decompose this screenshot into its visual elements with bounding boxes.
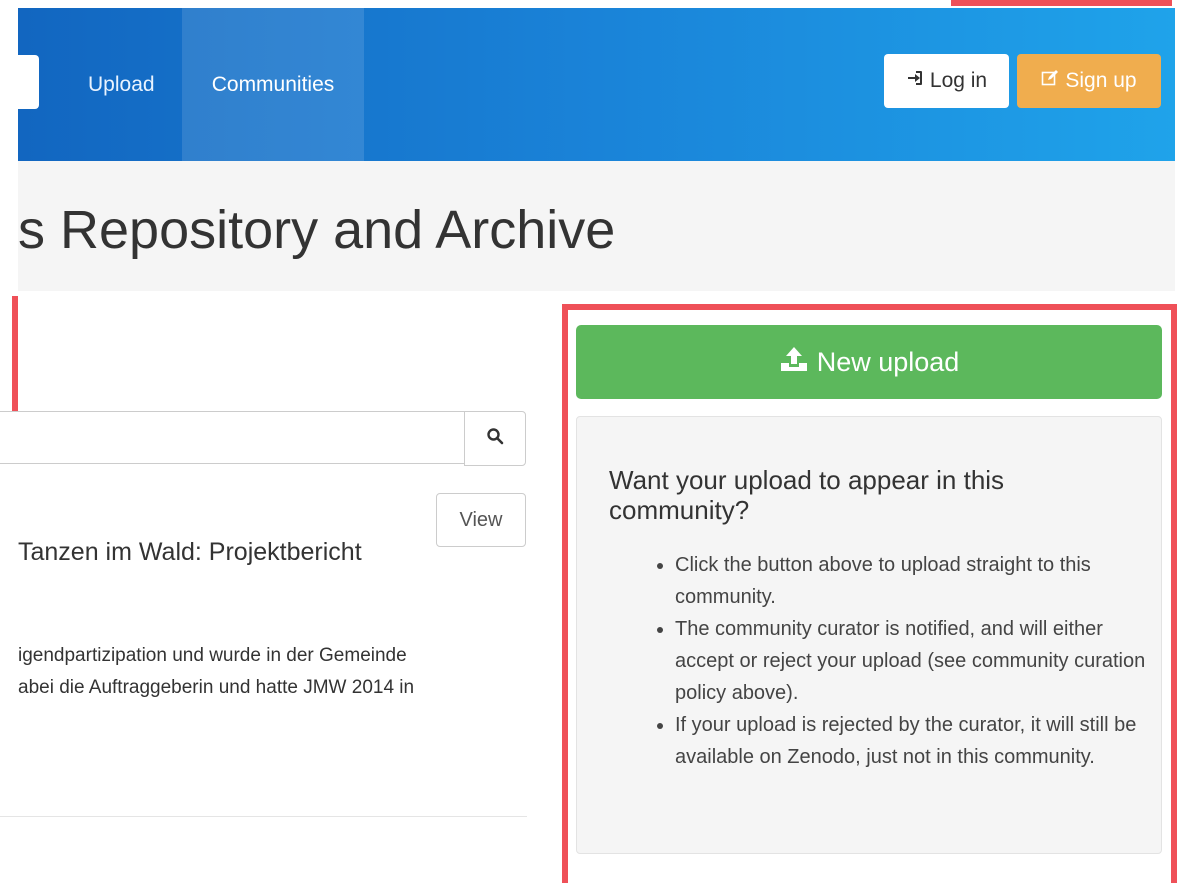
community-upload-info: Want your upload to appear in this commu… [576, 416, 1162, 854]
highlight-left [12, 296, 18, 418]
record-description-line: abei die Auftraggeberin und hatte JMW 20… [18, 677, 415, 698]
info-list: Click the button above to upload straigh… [647, 549, 1165, 773]
upload-icon [779, 346, 809, 379]
page-title: s Repository and Archive [18, 200, 616, 260]
community-search-input[interactable] [0, 411, 465, 464]
new-upload-button[interactable]: New upload [576, 325, 1162, 399]
record-description: igendpartizipation und wurde in der Geme… [18, 640, 414, 704]
search-button[interactable] [464, 411, 526, 466]
login-button[interactable]: Log in [884, 54, 1009, 108]
view-button[interactable]: View [436, 493, 526, 547]
info-item: The community curator is notified, and w… [675, 613, 1165, 709]
sign-in-icon [906, 69, 924, 93]
signup-label: Sign up [1065, 69, 1137, 92]
signup-button[interactable]: Sign up [1017, 54, 1161, 108]
new-upload-label: New upload [816, 346, 960, 377]
record-description-line: igendpartizipation und wurde in der Geme… [18, 645, 407, 666]
nav-link-upload[interactable]: Upload [88, 8, 155, 161]
nav-link-communities[interactable]: Communities [182, 8, 364, 161]
info-item: If your upload is rejected by the curato… [675, 709, 1165, 773]
edit-icon [1041, 69, 1059, 93]
highlight-top [951, 0, 1172, 6]
info-item: Click the button above to upload straigh… [675, 549, 1165, 613]
record-title[interactable]: Tanzen im Wald: Projektbericht [18, 538, 362, 567]
nav-search-input[interactable] [18, 55, 39, 109]
top-navbar: Upload Communities Log in Sign up [18, 8, 1175, 161]
info-title: Want your upload to appear in this commu… [609, 465, 1005, 525]
login-label: Log in [929, 69, 988, 92]
search-icon [486, 427, 504, 450]
page-header: s Repository and Archive [18, 161, 1175, 291]
record-divider [0, 816, 527, 817]
